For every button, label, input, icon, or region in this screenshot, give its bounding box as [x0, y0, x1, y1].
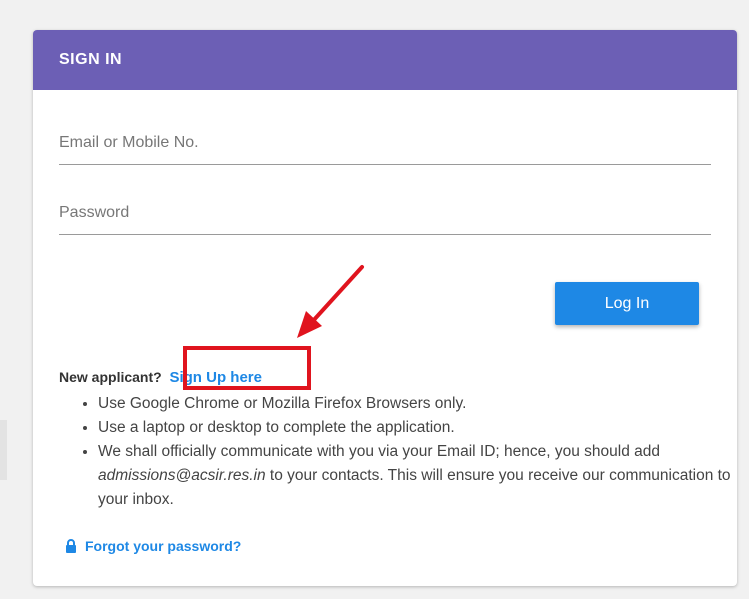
forgot-password-link[interactable]: Forgot your password? [85, 538, 241, 554]
forgot-password-row: Forgot your password? [65, 538, 241, 554]
password-field[interactable] [59, 191, 711, 235]
instruction-item: Use a laptop or desktop to complete the … [98, 416, 737, 440]
signin-header: SIGN IN [33, 30, 737, 90]
signin-card: SIGN IN Log In New applicant? Sign Up he… [33, 30, 737, 586]
admissions-email: admissions@acsir.res.in [98, 467, 266, 484]
instruction-item: Use Google Chrome or Mozilla Firefox Bro… [98, 392, 737, 416]
lock-icon [66, 539, 76, 553]
signin-title: SIGN IN [59, 51, 123, 68]
login-button[interactable]: Log In [555, 282, 699, 325]
instructions-list: Use Google Chrome or Mozilla Firefox Bro… [78, 392, 737, 512]
instruction-item: We shall officially communicate with you… [98, 440, 737, 512]
signup-highlight-box [183, 346, 311, 390]
instruction-text: We shall officially communicate with you… [98, 443, 661, 460]
new-applicant-label: New applicant? [59, 369, 162, 385]
page-edge-strip [0, 420, 7, 480]
email-field[interactable] [59, 121, 711, 165]
